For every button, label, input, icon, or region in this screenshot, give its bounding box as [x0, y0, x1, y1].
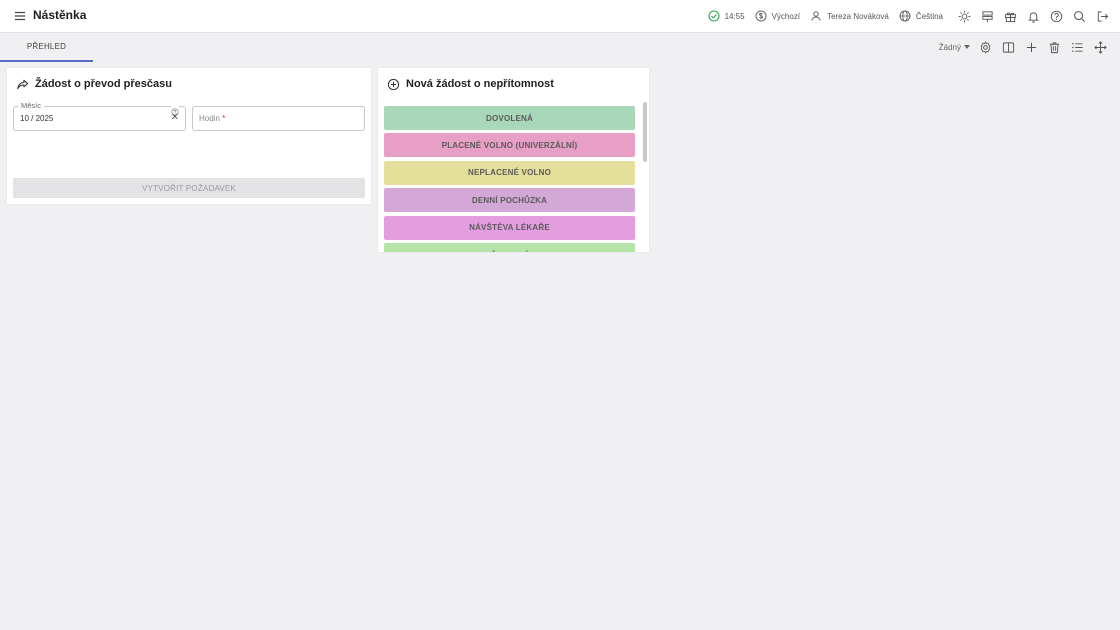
help-button[interactable]: [1044, 4, 1068, 28]
user-icon: [811, 11, 821, 21]
hours-placeholder: Hodin *: [199, 114, 225, 123]
list-button[interactable]: [1066, 35, 1089, 59]
page-title: Nástěnka: [33, 8, 87, 22]
mode-label: Výchozí: [771, 11, 801, 21]
gift-icon: [1004, 11, 1016, 22]
hours-label: Hodin: [199, 114, 220, 123]
tab-overview[interactable]: PŘEHLED: [0, 33, 93, 62]
time-label: 14:55: [724, 11, 745, 21]
search-button[interactable]: [1067, 4, 1091, 28]
logout-icon: [1097, 10, 1108, 22]
bell-icon: [1027, 11, 1039, 23]
gift-button[interactable]: [998, 4, 1022, 28]
absence-type-button[interactable]: DOVOLENÁ: [384, 106, 635, 130]
mode-selector[interactable]: Výchozí: [755, 10, 800, 22]
language-selector[interactable]: Čeština: [899, 10, 943, 22]
globe-icon: [899, 10, 911, 22]
gear-icon: [980, 40, 991, 54]
move-button[interactable]: [1089, 35, 1112, 59]
share-arrow-icon: [16, 78, 29, 96]
theme-toggle[interactable]: [952, 4, 976, 28]
filter-select[interactable]: Žádný: [939, 43, 970, 52]
scrollbar[interactable]: [643, 102, 647, 162]
plus-circle-icon: [387, 78, 400, 96]
absence-type-button[interactable]: NÁVŠTĚVA LÉKAŘE: [384, 215, 635, 240]
absence-type-list: DOVOLENÁ PLACENÉ VOLNO (UNIVERZÁLNÍ) NEPLA…: [384, 106, 635, 252]
absence-request-card: Nová žádost o nepřítomnost DOVOLENÁ PLACE…: [378, 68, 649, 252]
absence-type-button[interactable]: NEPLACENÉ VOLNO: [384, 160, 635, 185]
columns-icon: [1002, 41, 1015, 53]
status-area: 14:55 Výchozí Tereza Nováková Čeština: [708, 0, 1120, 32]
menu-icon[interactable]: [14, 9, 28, 23]
absence-type-button[interactable]: DENNÍ POCHŮZKA: [384, 188, 635, 213]
sun-icon: [958, 10, 970, 22]
trash-icon: [1049, 41, 1060, 53]
notifications-button[interactable]: [1021, 4, 1045, 28]
help-small-icon[interactable]: [171, 103, 179, 116]
hours-field[interactable]: Hodin *: [192, 106, 365, 131]
move-icon: [1094, 40, 1107, 54]
top-bar: Nástěnka 14:55 Výchozí Tereza Nováková Č…: [0, 0, 1120, 33]
check-circle-icon: [708, 10, 720, 22]
absence-card-title: Nová žádost o nepřítomnost: [406, 78, 554, 90]
required-mark: *: [222, 114, 226, 123]
month-field[interactable]: Měsíc 10 / 2025 ✕: [13, 101, 186, 131]
overtime-request-card: Žádost o převod přesčasu Měsíc 10 / 2025…: [7, 68, 371, 204]
plus-icon: [1026, 42, 1037, 52]
logout-button[interactable]: [1090, 4, 1114, 28]
add-widget-button[interactable]: [1020, 35, 1043, 59]
month-value: 10 / 2025: [20, 114, 54, 123]
settings-button[interactable]: [974, 35, 997, 59]
user-name: Tereza Nováková: [827, 11, 889, 21]
user-menu[interactable]: Tereza Nováková: [810, 10, 889, 22]
dashboard-tools: Žádný: [939, 35, 1112, 59]
absence-type-button[interactable]: PLACENÉ VOLNO (UNIVERZÁLNÍ): [384, 133, 635, 158]
clear-icon[interactable]: ✕: [171, 113, 179, 123]
signpost-icon: [981, 10, 993, 22]
overtime-card-title: Žádost o převod přesčasu: [35, 78, 172, 90]
question-circle-icon: [1050, 10, 1062, 22]
tab-bar: PŘEHLED Žádný: [0, 33, 1120, 62]
delete-button[interactable]: [1043, 35, 1066, 59]
create-request-button[interactable]: VYTVOŘIT POŽADAVEK: [13, 178, 365, 198]
signpost-button[interactable]: [975, 4, 999, 28]
time-status[interactable]: 14:55: [708, 10, 745, 22]
absence-type-button[interactable]: ŠKOLENÍ: [384, 243, 635, 252]
list-icon: [1072, 42, 1083, 52]
filter-value: Žádný: [938, 42, 961, 52]
dollar-circle-icon: [755, 10, 767, 22]
language-label: Čeština: [915, 11, 943, 21]
month-label: Měsíc: [18, 101, 45, 110]
caret-down-icon: [964, 45, 970, 49]
search-icon: [1073, 10, 1085, 22]
layout-button[interactable]: [997, 35, 1020, 59]
